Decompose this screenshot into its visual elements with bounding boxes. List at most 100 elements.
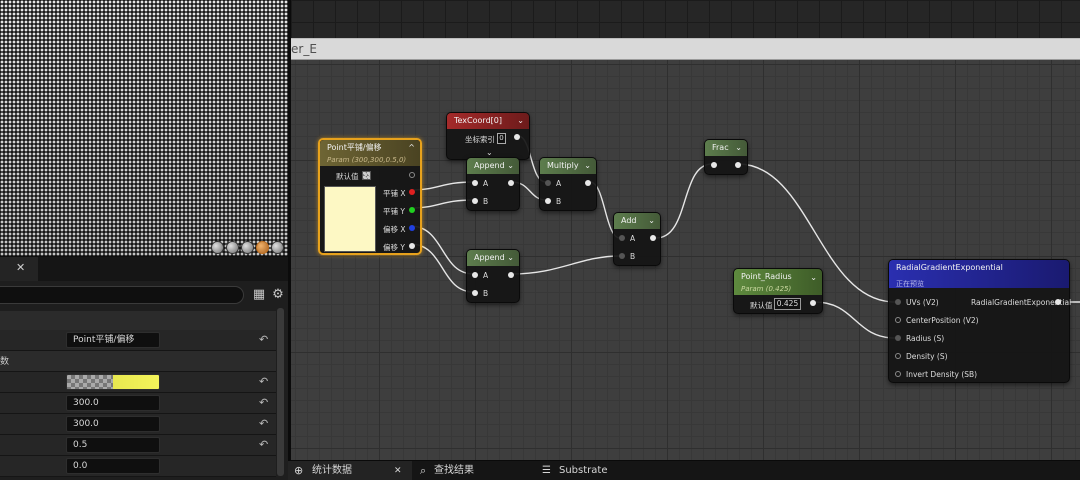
details-panel: ✕ ▦ ⚙ Point平铺/偏移 ↶ 数 ↶ 300.0 ↶ 300.0 ↶ 0…	[0, 256, 288, 480]
node-title: TexCoord[0]	[454, 116, 502, 125]
preview-shape-cylinder-icon[interactable]	[211, 241, 224, 254]
node-frac[interactable]: Frac ⌄	[704, 139, 748, 175]
stats-icon: ⊕	[294, 464, 304, 477]
node-radial-gradient-exponential[interactable]: RadialGradientExponential 正在预览 UVs (V2) …	[888, 259, 1071, 383]
input-pin-icon[interactable]	[895, 353, 901, 359]
graph-title: er_E	[291, 42, 317, 56]
property-row-b: 0.5 ↶	[0, 435, 276, 456]
tab-find-results[interactable]: ⌕ 查找结果	[416, 461, 526, 480]
output-pin-blue-icon[interactable]	[409, 225, 415, 231]
input-pin-icon[interactable]	[619, 235, 625, 241]
output-pin-red-icon[interactable]	[409, 189, 415, 195]
default-value-label: 默认值	[336, 172, 359, 181]
input-pin-icon[interactable]	[472, 180, 478, 186]
node-title: Multiply	[547, 161, 579, 170]
input-pin-icon[interactable]	[472, 272, 478, 278]
value-a-field[interactable]: 0.0	[66, 458, 160, 474]
output-pin-icon[interactable]	[1055, 299, 1061, 305]
pin-label: B	[556, 197, 562, 206]
property-category-row[interactable]: 数	[0, 351, 276, 372]
input-pin-icon[interactable]	[472, 290, 478, 296]
index-field[interactable]: 0	[497, 133, 506, 144]
close-icon[interactable]: ✕	[394, 461, 402, 480]
preview-shape-plane-icon[interactable]	[241, 241, 254, 254]
node-header: Add ⌄	[614, 213, 660, 229]
output-pin-green-icon[interactable]	[409, 207, 415, 213]
chevron-down-icon[interactable]: ⌄	[517, 113, 524, 129]
pin-label: B	[483, 289, 489, 298]
input-pin-icon[interactable]	[895, 299, 901, 305]
node-texcoord[interactable]: TexCoord[0] ⌄ 坐标索引 0 ⌄	[446, 112, 530, 160]
output-pin-icon[interactable]	[810, 300, 816, 306]
details-search-input[interactable]	[0, 286, 244, 304]
chevron-down-icon[interactable]: ⌄	[507, 158, 514, 174]
details-scrollbar[interactable]	[277, 308, 284, 476]
reset-icon[interactable]: ↶	[259, 396, 268, 409]
expand-chevron-icon[interactable]: ⌄	[486, 148, 493, 157]
output-pin-label: 平铺 X	[383, 189, 406, 198]
node-append-2[interactable]: Append ⌄ A B	[466, 249, 520, 303]
tab-label: 查找结果	[434, 465, 474, 476]
chevron-down-icon[interactable]: ⌄	[810, 271, 817, 285]
chevron-down-icon[interactable]: ⌄	[584, 158, 591, 174]
reset-icon[interactable]: ↶	[259, 417, 268, 430]
chevron-down-icon[interactable]: ⌄	[648, 213, 655, 229]
node-multiply[interactable]: Multiply ⌄ A B	[539, 157, 597, 211]
pin-label: A	[483, 271, 489, 280]
tab-substrate[interactable]: ☰ Substrate	[540, 461, 660, 480]
input-pin-icon[interactable]	[895, 335, 901, 341]
gear-icon[interactable]: ⚙	[270, 287, 286, 303]
pin-label: Radius (S)	[906, 334, 945, 343]
preview-shape-cube-icon[interactable]	[256, 241, 269, 254]
input-pin-icon[interactable]	[619, 253, 625, 259]
input-pin-icon[interactable]	[472, 198, 478, 204]
node-append-1[interactable]: Append ⌄ A B	[466, 157, 520, 211]
output-pin-icon[interactable]	[735, 162, 741, 168]
default-value-swatch-icon[interactable]	[362, 171, 371, 180]
input-pin-icon[interactable]	[711, 162, 717, 168]
chevron-down-icon[interactable]: ⌄	[507, 250, 514, 266]
tab-stats[interactable]: ⊕ 统计数据 ✕	[288, 461, 412, 480]
input-pin-icon[interactable]	[545, 180, 551, 186]
pin-label: Density (S)	[906, 352, 948, 361]
value-r-field[interactable]: 300.0	[66, 395, 160, 411]
output-pin-icon[interactable]	[508, 180, 514, 186]
preview-viewport[interactable]	[0, 0, 288, 256]
reset-icon[interactable]: ↶	[259, 375, 268, 388]
chevron-down-icon[interactable]: ⌄	[735, 140, 742, 156]
output-pin-alpha-icon[interactable]	[409, 243, 415, 249]
preview-shape-custom-icon[interactable]	[271, 241, 284, 254]
output-pin-icon[interactable]	[514, 134, 520, 140]
tab-label: 统计数据	[312, 465, 352, 476]
reset-icon[interactable]: ↶	[259, 438, 268, 451]
table-view-icon[interactable]: ▦	[251, 287, 267, 303]
input-pin-icon[interactable]	[545, 198, 551, 204]
close-icon[interactable]: ✕	[16, 261, 25, 274]
node-point-param[interactable]: Point平铺/偏移 Param (300,300,0.5,0) ^ 默认值 平…	[318, 138, 422, 255]
property-row-color: ↶	[0, 372, 276, 393]
node-add[interactable]: Add ⌄ A B	[613, 212, 661, 266]
output-pin-icon[interactable]	[585, 180, 591, 186]
reset-icon[interactable]: ↶	[259, 333, 268, 346]
property-row-r: 300.0 ↶	[0, 393, 276, 414]
pin-label: A	[556, 179, 562, 188]
input-pin-icon[interactable]	[895, 371, 901, 377]
node-title: Point平铺/偏移	[327, 143, 382, 152]
value-b-field[interactable]: 0.5	[66, 437, 160, 453]
output-pin-icon[interactable]	[508, 272, 514, 278]
details-tab[interactable]: ✕	[0, 257, 38, 281]
parameter-name-field[interactable]: Point平铺/偏移	[66, 332, 160, 348]
input-pin-icon[interactable]	[895, 317, 901, 323]
node-subtitle: Param (300,300,0.5,0)	[327, 156, 407, 164]
node-header: Multiply ⌄	[540, 158, 596, 174]
node-point-radius[interactable]: Point_Radius Param (0.425) ⌄ 默认值 0.425	[733, 268, 823, 314]
collapse-chevron-icon[interactable]: ^	[408, 141, 415, 155]
value-g-field[interactable]: 300.0	[66, 416, 160, 432]
node-header: Point平铺/偏移 Param (300,300,0.5,0) ^	[320, 140, 420, 166]
default-color-swatch[interactable]	[66, 374, 160, 390]
radius-value-field[interactable]: 0.425	[774, 298, 801, 310]
input-pin-icon[interactable]	[409, 172, 415, 178]
preview-shape-sphere-icon[interactable]	[226, 241, 239, 254]
node-header: RadialGradientExponential 正在预览	[889, 260, 1069, 288]
output-pin-icon[interactable]	[650, 235, 656, 241]
